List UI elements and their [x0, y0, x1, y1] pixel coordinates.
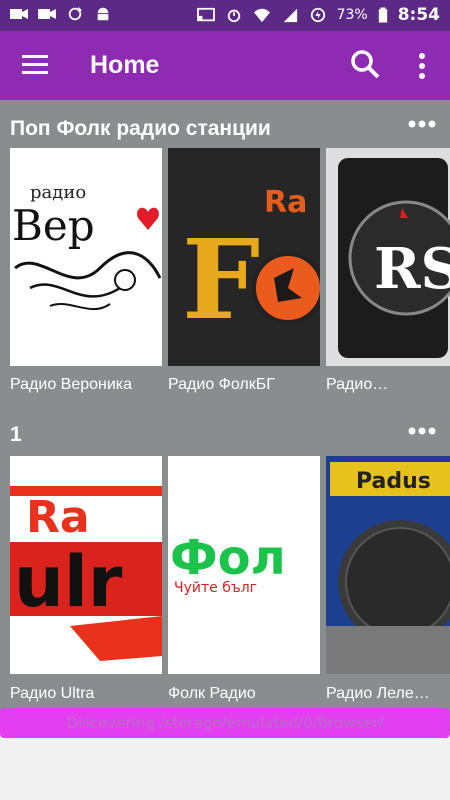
section-title: 1: [10, 423, 22, 446]
section-more-icon[interactable]: [408, 427, 436, 435]
logo-text: RS: [374, 236, 450, 302]
battery-percent: 73%: [336, 7, 368, 23]
status-bar: 73% 8:54: [0, 0, 450, 31]
video-icon: [10, 9, 28, 19]
data-saver-icon: [310, 7, 325, 23]
station-card-ultra[interactable]: Ra ulr: [10, 456, 162, 674]
station-label[interactable]: Фолк Радио: [168, 685, 318, 703]
station-logo-image: Padus: [326, 456, 450, 674]
station-label[interactable]: Радио Леле…: [326, 685, 446, 703]
station-card-rs[interactable]: RS: [326, 148, 450, 366]
status-right: 73% 8:54: [196, 5, 440, 25]
battery-icon: [378, 7, 387, 23]
sync-icon: [68, 6, 83, 21]
search-icon[interactable]: [350, 49, 380, 79]
alarm-icon: [227, 9, 240, 23]
station-card-folk-radio[interactable]: Фол Чуйте бълг: [168, 456, 320, 674]
station-logo-image: RS: [326, 148, 450, 366]
more-vert-icon[interactable]: [414, 53, 430, 79]
section-more-icon[interactable]: [408, 120, 436, 128]
station-label[interactable]: Радио…: [326, 376, 446, 394]
svg-text:радио: радио: [30, 182, 86, 203]
wifi-icon: [253, 8, 270, 23]
station-logo-image: Ra ulr: [10, 456, 162, 674]
station-card-folkbg[interactable]: Ra Fo: [168, 148, 320, 366]
video-icon: [38, 9, 56, 19]
menu-icon[interactable]: [22, 53, 48, 75]
logo-text: Вер: [12, 201, 95, 250]
status-left: [10, 6, 112, 22]
station-label[interactable]: Радио Ultra: [10, 685, 160, 703]
station-logo-image: радио Вер: [10, 148, 162, 366]
station-logo-image: Фол Чуйте бълг: [168, 456, 320, 674]
no-sim-icon: [283, 8, 297, 23]
clock: 8:54: [397, 5, 440, 25]
svg-text:Ra: Ra: [26, 492, 90, 543]
cast-icon: [196, 7, 215, 22]
logo-text: Фол: [170, 530, 286, 586]
station-list[interactable]: Поп Фолк радио станции радио Вер Радио В…: [0, 100, 450, 712]
station-card-lele[interactable]: Padus: [326, 456, 450, 674]
page-title: Home: [90, 51, 160, 79]
station-label[interactable]: Радио ФолкБГ: [168, 376, 318, 394]
station-logo-image: Ra Fo: [168, 148, 320, 366]
app-bar: Home: [0, 31, 450, 100]
section-title: Поп Фолк радио станции: [10, 117, 271, 140]
logo-subtext: Чуйте бълг: [174, 580, 257, 596]
svg-text:ulr: ulr: [14, 541, 123, 623]
logo-text: Padus: [356, 469, 431, 494]
android-icon: [97, 7, 109, 21]
station-card-veronika[interactable]: радио Вер: [10, 148, 162, 366]
station-label[interactable]: Радио Вероника: [10, 376, 160, 394]
discovery-toast: Discovering /storage/emulated/0/Browser/: [0, 708, 450, 738]
